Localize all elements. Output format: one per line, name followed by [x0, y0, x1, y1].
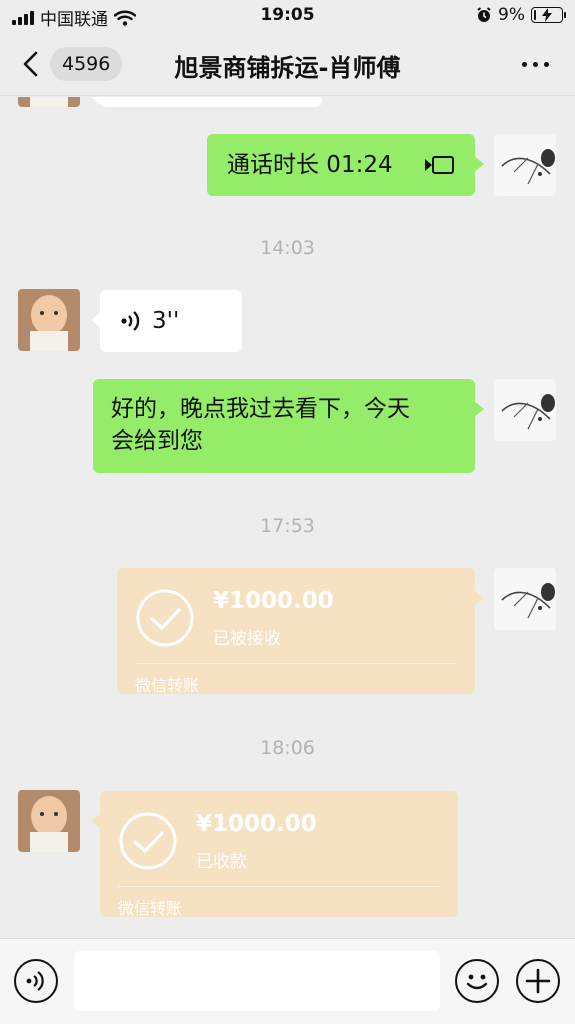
battery-percent: 9%: [498, 5, 525, 25]
emoji-icon[interactable]: [455, 959, 499, 1003]
my-avatar[interactable]: [494, 379, 556, 441]
message-bubble-partial[interactable]: [91, 97, 322, 107]
transfer-label: 微信转账: [118, 899, 183, 918]
call-duration-text: 通话时长 01:24: [227, 152, 393, 178]
call-record-bubble[interactable]: 通话时长 01:24: [207, 134, 484, 196]
message-list[interactable]: 通话时长 01:24 14:03 3'' 好的，晚点我过去看下，今天 会给到您 …: [0, 97, 575, 937]
alarm-icon: [477, 7, 491, 22]
back-chevron-icon[interactable]: [18, 50, 46, 78]
divider: [118, 886, 440, 887]
transfer-label: 微信转账: [135, 676, 200, 695]
message-line: 会给到您: [111, 428, 203, 454]
status-left: 中国联通: [12, 5, 136, 30]
voice-input-icon[interactable]: [14, 959, 58, 1003]
status-right: 9%: [476, 5, 566, 25]
check-circle-icon: [136, 589, 194, 647]
voice-duration: 3'': [152, 308, 180, 334]
my-avatar[interactable]: [494, 134, 556, 196]
text-message-bubble[interactable]: 好的，晚点我过去看下，今天 会给到您: [93, 379, 484, 473]
divider: [135, 663, 457, 664]
wifi-icon: [114, 10, 136, 26]
contact-avatar[interactable]: [18, 289, 80, 351]
battery-charging-icon: [531, 7, 566, 23]
transfer-status: 已被接收: [213, 629, 281, 649]
transfer-card-received[interactable]: ¥1000.00 已收款 微信转账: [91, 791, 458, 918]
contact-avatar[interactable]: [18, 790, 80, 852]
message-line: 好的，晚点我过去看下，今天: [111, 396, 410, 422]
status-bar: 中国联通 19:05 9%: [0, 0, 575, 32]
signal-icon: [12, 10, 34, 25]
timestamp: 14:03: [260, 237, 315, 259]
unread-count-badge[interactable]: 4596: [50, 47, 123, 81]
input-bar: [0, 938, 575, 1024]
transfer-status: 已收款: [196, 852, 247, 872]
timestamp: 17:53: [260, 515, 315, 537]
check-circle-icon: [119, 812, 177, 870]
more-dots-icon[interactable]: [522, 62, 549, 67]
transfer-amount: ¥1000.00: [196, 811, 317, 837]
message-input[interactable]: [74, 951, 440, 1011]
video-call-icon: [425, 156, 454, 174]
plus-icon[interactable]: [516, 959, 560, 1003]
chat-header: 4596 旭景商铺拆运-肖师傅: [0, 32, 575, 96]
voice-wave-icon: [121, 311, 140, 331]
transfer-card-sent[interactable]: ¥1000.00 已被接收 微信转账: [117, 568, 484, 695]
my-avatar[interactable]: [494, 568, 556, 630]
transfer-amount: ¥1000.00: [213, 588, 334, 614]
timestamp: 18:06: [260, 737, 315, 759]
contact-avatar[interactable]: [18, 97, 80, 107]
voice-message-bubble[interactable]: 3'': [91, 290, 242, 352]
carrier-label: 中国联通: [40, 10, 108, 30]
